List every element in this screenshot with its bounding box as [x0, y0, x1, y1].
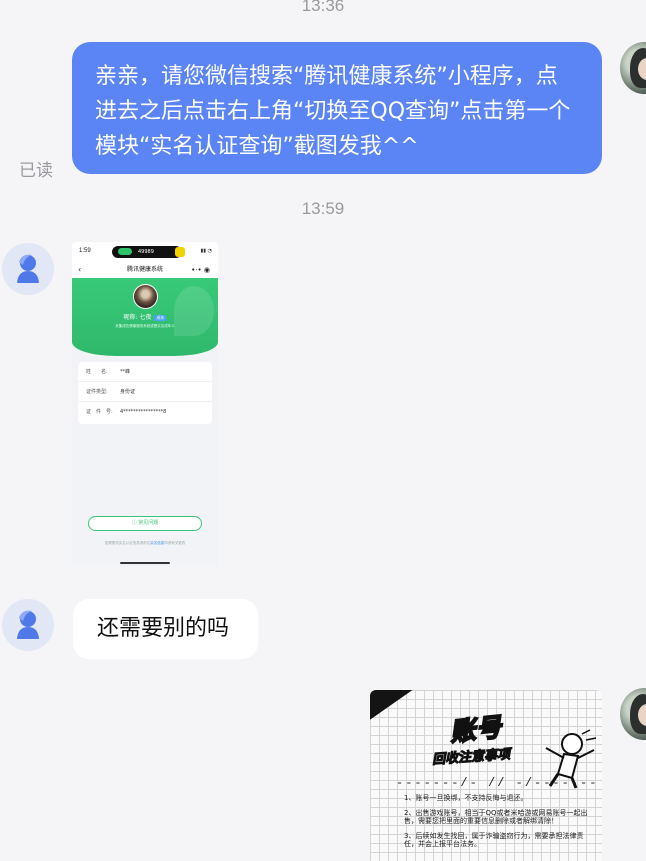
profile-avatar: [133, 284, 158, 309]
my-avatar[interactable]: [620, 42, 646, 94]
screenshot-image[interactable]: 1:59 49989 ▮▮ ◔ ‹ 腾讯健康系统 •·• ◉ 昵称: 七夜 成年 …: [72, 242, 218, 567]
poster-title: 账号: [448, 711, 505, 747]
mini-program-navbar: ‹ 腾讯健康系统 •·• ◉: [72, 262, 218, 278]
footer-note: 如需更改实名认证信息请前往实名信息申请有关更改: [104, 541, 186, 545]
status-time: 1:59: [79, 248, 91, 254]
hero-subtitle: 未集成在健康服务系统或是实名成年人: [115, 324, 175, 328]
account-recycling-notice-image[interactable]: 账号 回收注意事项 -------/- // -/------- 1、账号一旦换…: [370, 690, 602, 861]
contact-avatar[interactable]: [2, 599, 54, 651]
adult-badge: 成年: [154, 315, 167, 321]
home-indicator: [120, 562, 170, 564]
outgoing-message-bubble[interactable]: 亲亲，请您微信搜索“腾讯健康系统”小程序，点进去之后点击右上角“切换至QQ查询”…: [72, 42, 602, 174]
status-bar: 1:59 49989 ▮▮ ◔: [72, 242, 218, 262]
default-user-icon: [2, 599, 54, 651]
poster-rules: 1、账号一旦换绑，不支持反悔与退还。 2、出售游戏账号，相当于QQ或者米哈游或网…: [404, 794, 590, 855]
my-avatar[interactable]: [620, 688, 646, 740]
read-receipt: 已读: [19, 161, 53, 181]
dynamic-island: 49989: [112, 246, 182, 258]
rule-item: 1、账号一旦换绑，不支持反悔与退还。: [404, 794, 528, 802]
nickname: 昵称: 七夜 成年: [123, 314, 167, 321]
id-info-card: 姓 名: **峰 证件类型: 身份证 证 件 号: 4****************…: [78, 362, 212, 424]
rule-item: 2、出售游戏账号，相当于QQ或者米哈游或网易账号一起出售，需要您把里面的重要信息…: [404, 808, 588, 826]
app-icon: [175, 247, 185, 257]
more-icon: •·• ◉: [191, 266, 210, 274]
timestamp: 13:59: [301, 199, 345, 218]
poster-divider: -------/- // -/-------: [396, 776, 599, 790]
incoming-message-bubble[interactable]: 还需要别的吗: [73, 599, 258, 659]
profile-header: 昵称: 七夜 成年 未集成在健康服务系统或是实名成年人: [72, 278, 218, 356]
timestamp: 13:36: [301, 0, 345, 15]
signal-icon: ▮▮ ◔: [200, 248, 212, 254]
default-user-icon: [2, 243, 54, 295]
info-row: 证件类型: 身份证: [78, 382, 212, 402]
status-pill-text: 49989: [138, 249, 154, 255]
faq-button: ⓘ 常见问题: [88, 516, 202, 531]
back-icon: ‹: [78, 265, 82, 274]
contact-avatar[interactable]: [2, 243, 54, 295]
info-row: 姓 名: **峰: [78, 362, 212, 382]
info-row: 证 件 号: 4****************8: [86, 409, 167, 415]
poster-subtitle: 回收注意事项: [431, 747, 511, 768]
rule-item: 3、后续如发生找回，属于诈骗盗窃行为，需要承担法律责任，并会上报平台法务。: [404, 831, 584, 849]
mini-program-title: 腾讯健康系统: [126, 266, 163, 273]
